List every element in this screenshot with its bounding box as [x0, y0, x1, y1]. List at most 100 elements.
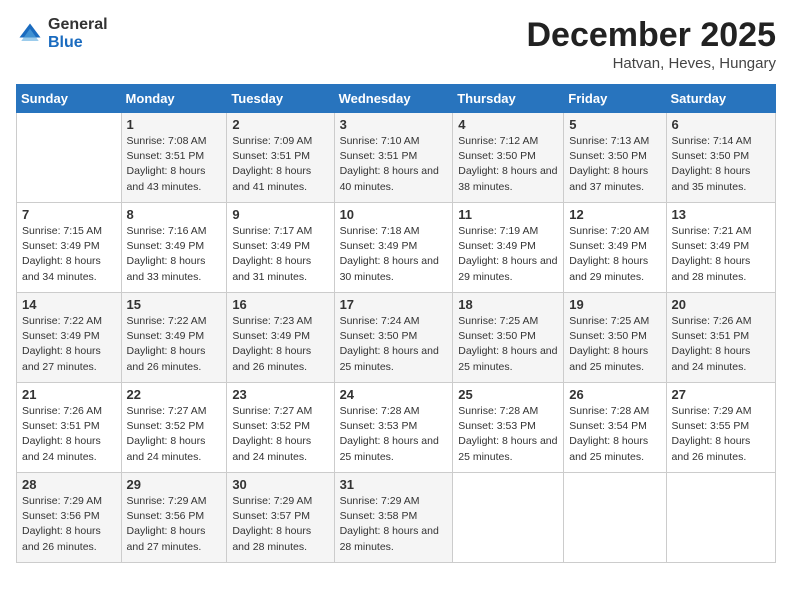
day-number: 18 — [458, 297, 558, 312]
day-info: Sunrise: 7:29 AMSunset: 3:56 PMDaylight:… — [127, 495, 207, 553]
day-info: Sunrise: 7:13 AMSunset: 3:50 PMDaylight:… — [569, 135, 649, 193]
day-number: 17 — [340, 297, 448, 312]
calendar-cell: 15 Sunrise: 7:22 AMSunset: 3:49 PMDaylig… — [121, 293, 227, 383]
day-number: 7 — [22, 207, 116, 222]
day-info: Sunrise: 7:14 AMSunset: 3:50 PMDaylight:… — [672, 135, 752, 193]
day-info: Sunrise: 7:29 AMSunset: 3:57 PMDaylight:… — [232, 495, 312, 553]
day-number: 20 — [672, 297, 770, 312]
logo: General Blue — [16, 16, 108, 51]
calendar-cell: 31 Sunrise: 7:29 AMSunset: 3:58 PMDaylig… — [334, 473, 453, 563]
day-number: 28 — [22, 477, 116, 492]
calendar-cell: 11 Sunrise: 7:19 AMSunset: 3:49 PMDaylig… — [453, 203, 564, 293]
day-info: Sunrise: 7:29 AMSunset: 3:55 PMDaylight:… — [672, 405, 752, 463]
day-info: Sunrise: 7:24 AMSunset: 3:50 PMDaylight:… — [340, 315, 439, 373]
day-number: 12 — [569, 207, 660, 222]
calendar-cell: 8 Sunrise: 7:16 AMSunset: 3:49 PMDayligh… — [121, 203, 227, 293]
logo-blue: Blue — [48, 34, 108, 52]
day-number: 21 — [22, 387, 116, 402]
day-number: 29 — [127, 477, 222, 492]
day-number: 19 — [569, 297, 660, 312]
calendar-week-row: 7 Sunrise: 7:15 AMSunset: 3:49 PMDayligh… — [17, 203, 776, 293]
calendar-cell: 27 Sunrise: 7:29 AMSunset: 3:55 PMDaylig… — [666, 383, 775, 473]
calendar-cell: 24 Sunrise: 7:28 AMSunset: 3:53 PMDaylig… — [334, 383, 453, 473]
day-number: 6 — [672, 117, 770, 132]
calendar-cell: 26 Sunrise: 7:28 AMSunset: 3:54 PMDaylig… — [564, 383, 666, 473]
day-number: 9 — [232, 207, 328, 222]
day-info: Sunrise: 7:17 AMSunset: 3:49 PMDaylight:… — [232, 225, 312, 283]
weekday-header: Saturday — [666, 85, 775, 113]
day-number: 11 — [458, 207, 558, 222]
calendar-cell: 2 Sunrise: 7:09 AMSunset: 3:51 PMDayligh… — [227, 113, 334, 203]
day-info: Sunrise: 7:27 AMSunset: 3:52 PMDaylight:… — [127, 405, 207, 463]
day-number: 16 — [232, 297, 328, 312]
calendar-cell: 21 Sunrise: 7:26 AMSunset: 3:51 PMDaylig… — [17, 383, 122, 473]
day-number: 13 — [672, 207, 770, 222]
day-info: Sunrise: 7:12 AMSunset: 3:50 PMDaylight:… — [458, 135, 557, 193]
day-info: Sunrise: 7:25 AMSunset: 3:50 PMDaylight:… — [569, 315, 649, 373]
calendar-week-row: 14 Sunrise: 7:22 AMSunset: 3:49 PMDaylig… — [17, 293, 776, 383]
calendar-week-row: 21 Sunrise: 7:26 AMSunset: 3:51 PMDaylig… — [17, 383, 776, 473]
day-info: Sunrise: 7:27 AMSunset: 3:52 PMDaylight:… — [232, 405, 312, 463]
calendar-cell: 30 Sunrise: 7:29 AMSunset: 3:57 PMDaylig… — [227, 473, 334, 563]
day-number: 31 — [340, 477, 448, 492]
calendar-cell: 16 Sunrise: 7:23 AMSunset: 3:49 PMDaylig… — [227, 293, 334, 383]
logo-general: General — [48, 16, 108, 34]
day-number: 22 — [127, 387, 222, 402]
day-info: Sunrise: 7:28 AMSunset: 3:53 PMDaylight:… — [340, 405, 439, 463]
day-number: 26 — [569, 387, 660, 402]
calendar-cell: 7 Sunrise: 7:15 AMSunset: 3:49 PMDayligh… — [17, 203, 122, 293]
weekday-header: Monday — [121, 85, 227, 113]
calendar-cell — [453, 473, 564, 563]
day-info: Sunrise: 7:26 AMSunset: 3:51 PMDaylight:… — [22, 405, 102, 463]
month-title: December 2025 — [526, 16, 776, 55]
day-number: 1 — [127, 117, 222, 132]
day-info: Sunrise: 7:28 AMSunset: 3:54 PMDaylight:… — [569, 405, 649, 463]
calendar-week-row: 28 Sunrise: 7:29 AMSunset: 3:56 PMDaylig… — [17, 473, 776, 563]
day-info: Sunrise: 7:22 AMSunset: 3:49 PMDaylight:… — [22, 315, 102, 373]
day-number: 24 — [340, 387, 448, 402]
calendar-cell: 10 Sunrise: 7:18 AMSunset: 3:49 PMDaylig… — [334, 203, 453, 293]
calendar-cell: 18 Sunrise: 7:25 AMSunset: 3:50 PMDaylig… — [453, 293, 564, 383]
day-info: Sunrise: 7:22 AMSunset: 3:49 PMDaylight:… — [127, 315, 207, 373]
calendar-cell: 17 Sunrise: 7:24 AMSunset: 3:50 PMDaylig… — [334, 293, 453, 383]
day-info: Sunrise: 7:15 AMSunset: 3:49 PMDaylight:… — [22, 225, 102, 283]
weekday-header: Sunday — [17, 85, 122, 113]
calendar-week-row: 1 Sunrise: 7:08 AMSunset: 3:51 PMDayligh… — [17, 113, 776, 203]
calendar-cell: 19 Sunrise: 7:25 AMSunset: 3:50 PMDaylig… — [564, 293, 666, 383]
day-info: Sunrise: 7:29 AMSunset: 3:56 PMDaylight:… — [22, 495, 102, 553]
day-number: 30 — [232, 477, 328, 492]
day-info: Sunrise: 7:20 AMSunset: 3:49 PMDaylight:… — [569, 225, 649, 283]
day-info: Sunrise: 7:23 AMSunset: 3:49 PMDaylight:… — [232, 315, 312, 373]
day-info: Sunrise: 7:29 AMSunset: 3:58 PMDaylight:… — [340, 495, 439, 553]
title-block: December 2025 Hatvan, Heves, Hungary — [526, 16, 776, 72]
day-number: 8 — [127, 207, 222, 222]
weekday-header: Friday — [564, 85, 666, 113]
day-info: Sunrise: 7:21 AMSunset: 3:49 PMDaylight:… — [672, 225, 752, 283]
day-number: 5 — [569, 117, 660, 132]
weekday-header: Tuesday — [227, 85, 334, 113]
day-number: 2 — [232, 117, 328, 132]
day-number: 14 — [22, 297, 116, 312]
day-number: 27 — [672, 387, 770, 402]
weekday-header: Wednesday — [334, 85, 453, 113]
calendar-cell: 9 Sunrise: 7:17 AMSunset: 3:49 PMDayligh… — [227, 203, 334, 293]
day-info: Sunrise: 7:25 AMSunset: 3:50 PMDaylight:… — [458, 315, 557, 373]
day-info: Sunrise: 7:10 AMSunset: 3:51 PMDaylight:… — [340, 135, 439, 193]
calendar-cell: 4 Sunrise: 7:12 AMSunset: 3:50 PMDayligh… — [453, 113, 564, 203]
calendar-cell: 13 Sunrise: 7:21 AMSunset: 3:49 PMDaylig… — [666, 203, 775, 293]
day-info: Sunrise: 7:28 AMSunset: 3:53 PMDaylight:… — [458, 405, 557, 463]
calendar-cell — [17, 113, 122, 203]
day-number: 25 — [458, 387, 558, 402]
day-info: Sunrise: 7:09 AMSunset: 3:51 PMDaylight:… — [232, 135, 312, 193]
weekday-header-row: SundayMondayTuesdayWednesdayThursdayFrid… — [17, 85, 776, 113]
calendar-cell: 5 Sunrise: 7:13 AMSunset: 3:50 PMDayligh… — [564, 113, 666, 203]
day-number: 3 — [340, 117, 448, 132]
day-info: Sunrise: 7:08 AMSunset: 3:51 PMDaylight:… — [127, 135, 207, 193]
day-info: Sunrise: 7:19 AMSunset: 3:49 PMDaylight:… — [458, 225, 557, 283]
logo-icon — [16, 20, 44, 48]
calendar-cell: 14 Sunrise: 7:22 AMSunset: 3:49 PMDaylig… — [17, 293, 122, 383]
day-number: 15 — [127, 297, 222, 312]
calendar-cell: 20 Sunrise: 7:26 AMSunset: 3:51 PMDaylig… — [666, 293, 775, 383]
calendar-cell: 28 Sunrise: 7:29 AMSunset: 3:56 PMDaylig… — [17, 473, 122, 563]
calendar-cell: 6 Sunrise: 7:14 AMSunset: 3:50 PMDayligh… — [666, 113, 775, 203]
